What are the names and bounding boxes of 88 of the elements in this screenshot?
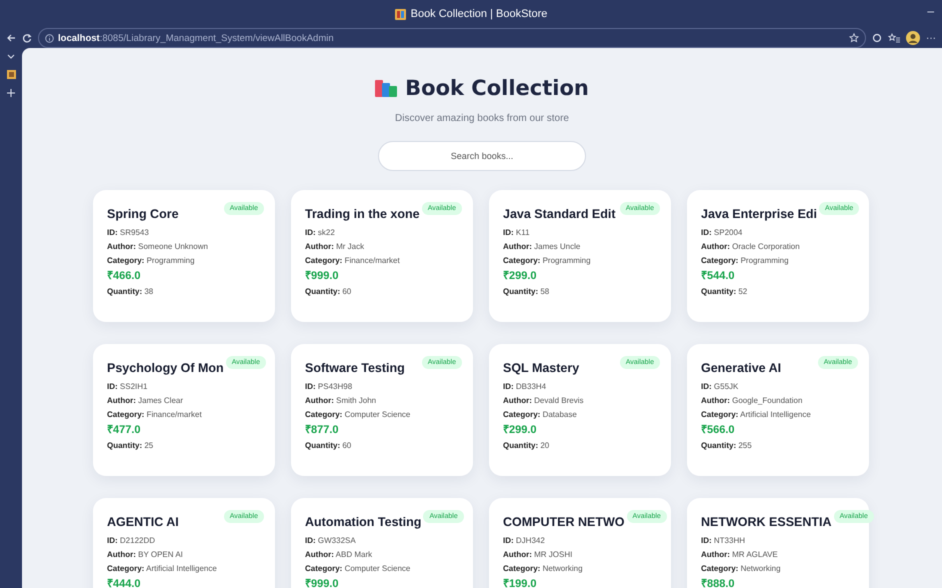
book-price: ₹299.0 — [503, 424, 538, 437]
page-subtitle: Discover amazing books from our store — [394, 112, 570, 126]
book-author: Author: Mr Jack — [305, 242, 366, 252]
book-category: Category: Programming — [701, 256, 790, 266]
book-author: Author: Google_Foundation — [701, 396, 804, 406]
book-category: Category: Artificial Intelligence — [107, 564, 218, 574]
book-price: ₹299.0 — [503, 270, 538, 283]
book-id: ID: SP2004 — [701, 228, 744, 238]
book-author: Author: BY OPEN AI — [107, 550, 184, 560]
search-field[interactable]: Search books... — [378, 141, 586, 171]
book-id: ID: GW332SA — [305, 536, 357, 546]
book-price: ₹877.0 — [305, 424, 340, 437]
book-price: ₹999.0 — [305, 578, 340, 588]
book-quantity: Quantity: 38 — [107, 287, 154, 297]
book-category: Category: Networking — [701, 564, 782, 574]
book-price: ₹444.0 — [107, 578, 142, 588]
page-heading: Book Collection — [405, 76, 589, 100]
book-price: ₹199.0 — [503, 578, 538, 588]
book-title: Java Enterprise Edi — [701, 207, 818, 221]
book-title: Generative AI — [701, 361, 782, 375]
book-id: ID: SR9543 — [107, 228, 150, 238]
book-id: ID: SS2IH1 — [107, 382, 148, 392]
book-quantity: Quantity: 60 — [305, 441, 352, 451]
book-category: Category: Finance/market — [305, 256, 401, 266]
books-icon — [375, 78, 398, 98]
book-id: ID: DJH342 — [503, 536, 546, 546]
info-icon — [45, 34, 54, 42]
book-title: NETWORK ESSENTIA — [701, 515, 832, 529]
book-category: Category: Programming — [107, 256, 196, 266]
add-icon[interactable] — [7, 89, 15, 97]
book-quantity: Quantity: 60 — [305, 287, 352, 297]
book-category: Category: Artificial Intelligence — [701, 410, 812, 420]
book-price: ₹477.0 — [107, 424, 142, 437]
book-id: ID: sk22 — [305, 228, 336, 238]
window-title: Book Collection | BookStore — [410, 8, 548, 20]
favorites-icon[interactable] — [888, 33, 900, 43]
star-icon[interactable] — [849, 33, 859, 43]
book-quantity: Quantity: 20 — [503, 441, 550, 451]
book-author: Author: ABD Mark — [305, 550, 374, 560]
book-category: Category: Computer Science — [305, 410, 412, 420]
book-author: Author: Smith John — [305, 396, 378, 406]
book-category: Category: Computer Science — [305, 564, 412, 574]
book-category: Category: Database — [503, 410, 578, 420]
book-id: ID: PS43H98 — [305, 382, 354, 392]
book-author: Author: James Clear — [107, 396, 184, 406]
book-price: ₹888.0 — [701, 578, 736, 588]
page-favicon-icon — [394, 8, 406, 20]
book-title: Java Standard Edit — [503, 207, 616, 221]
url-text: localhost:8085/Liabrary_Managment_System/viewAllBookAdmin — [58, 32, 334, 44]
book-author: Author: Devald Brevis — [503, 396, 584, 406]
book-price: ₹544.0 — [701, 270, 736, 283]
book-title: Spring Core — [107, 207, 179, 221]
book-category: Category: Finance/market — [107, 410, 203, 420]
book-title: Software Testing — [305, 361, 405, 375]
book-category: Category: Networking — [503, 564, 584, 574]
bookmark-app-icon[interactable] — [6, 70, 16, 79]
book-quantity: Quantity: 25 — [107, 441, 154, 451]
book-author: Author: MR JOSHI — [503, 550, 574, 560]
book-quantity: Quantity: 58 — [503, 287, 550, 297]
book-price: ₹566.0 — [701, 424, 736, 437]
book-title: Trading in the xone — [305, 207, 420, 221]
book-category: Category: Programming — [503, 256, 592, 266]
book-id: ID: K11 — [503, 228, 531, 238]
book-author: Author: James Uncle — [503, 242, 582, 252]
book-id: ID: DB33H4 — [503, 382, 548, 392]
chevron-down-icon[interactable] — [7, 54, 15, 60]
book-title: AGENTIC AI — [107, 515, 179, 529]
book-title: SQL Mastery — [503, 361, 580, 375]
refresh-icon[interactable] — [22, 33, 32, 43]
book-title: Psychology Of Mon — [107, 361, 224, 375]
book-title: Automation Testing — [305, 515, 422, 529]
book-quantity: Quantity: 255 — [701, 441, 753, 451]
minimize-button[interactable]: – — [927, 4, 934, 18]
book-id: ID: G55JK — [701, 382, 740, 392]
extension-icon[interactable] — [872, 33, 882, 43]
book-id: ID: D2122DD — [107, 536, 156, 546]
book-quantity: Quantity: 52 — [701, 287, 748, 297]
book-title: COMPUTER NETWO — [503, 515, 625, 529]
more-menu-button[interactable]: ··· — [926, 32, 936, 44]
profile-avatar-icon[interactable] — [906, 31, 920, 45]
book-author: Author: MR AGLAVE — [701, 550, 779, 560]
book-author: Author: Someone Unknown — [107, 242, 209, 252]
book-author: Author: Oracle Corporation — [701, 242, 801, 252]
book-id: ID: NT33HH — [701, 536, 746, 546]
book-price: ₹999.0 — [305, 270, 340, 283]
book-price: ₹466.0 — [107, 270, 142, 283]
address-bar[interactable]: localhost:8085/Liabrary_Managment_System/viewAllBookAdmin — [38, 28, 866, 48]
back-icon[interactable] — [6, 33, 16, 43]
